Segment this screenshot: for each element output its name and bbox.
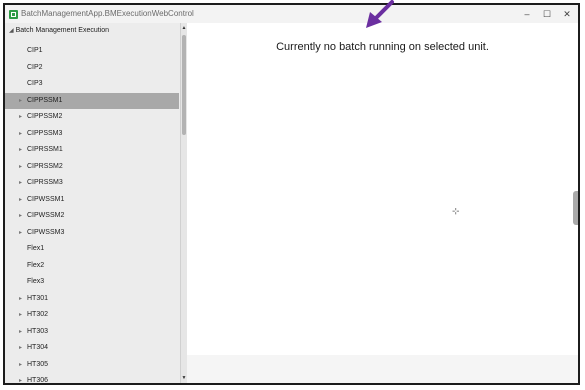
tree-item-label: Flex1: [27, 245, 45, 252]
tree-item[interactable]: ▸ HT301: [5, 291, 179, 307]
expand-icon[interactable]: ▸: [19, 229, 22, 236]
app-window: BatchManagementApp.BMExecutionWebControl…: [3, 3, 580, 385]
expand-icon[interactable]: ▸: [19, 113, 22, 120]
tree-item-label: CIPRSSM1: [27, 146, 63, 153]
tree-item-label: HT303: [27, 327, 49, 335]
tree-item-label: CIPWSSM2: [27, 212, 65, 219]
expand-icon[interactable]: ▸: [19, 130, 22, 137]
side-panel-handle[interactable]: [573, 191, 578, 225]
expand-icon[interactable]: ▸: [19, 97, 22, 104]
tree-item-label: CIPWSSM1: [27, 195, 65, 203]
tree-root-label: Batch Management Execution: [15, 27, 110, 34]
window-title: BatchManagementApp.BMExecutionWebControl: [21, 9, 194, 18]
tree-root[interactable]: ◢ Batch Management Execution: [9, 27, 109, 34]
crosshair-cursor-icon: ⊹: [452, 206, 460, 216]
app-icon: [9, 10, 18, 19]
tree-item[interactable]: ▸ CIPRSSM2: [5, 159, 179, 175]
tree-item-label: HT302: [27, 311, 49, 318]
tree-item[interactable]: Flex3: [5, 274, 179, 290]
tree-item[interactable]: CIP3: [5, 76, 179, 92]
expand-icon[interactable]: ▸: [19, 361, 22, 368]
tree-item[interactable]: CIP2: [5, 60, 179, 76]
tree-item-label: HT305: [27, 360, 49, 368]
tree-item-label: CIPRSSM2: [27, 162, 63, 170]
tree-item-label: HT301: [27, 294, 49, 302]
tree-item[interactable]: ▸ CIPPSSM2: [5, 109, 179, 125]
tree-item[interactable]: ▸ HT303: [5, 324, 179, 340]
tree-item[interactable]: Flex1: [5, 241, 179, 257]
tree-item-label: CIPRSSM3: [27, 179, 63, 186]
tree-item[interactable]: ▸ HT302: [5, 307, 179, 323]
tree-item[interactable]: CIP1: [5, 43, 179, 59]
tree-item-label: CIPPSSM1: [27, 96, 63, 104]
expand-icon[interactable]: ▸: [19, 295, 22, 302]
tree-item-label: HT306: [27, 377, 49, 383]
tree-item-label: CIP3: [27, 80, 43, 87]
tree-item[interactable]: ▸ HT305: [5, 357, 179, 373]
tree-item-label: Flex3: [27, 278, 45, 285]
tree-item[interactable]: ▸ HT304: [5, 340, 179, 356]
tree-item-label: HT304: [27, 344, 49, 351]
tree-item[interactable]: Flex2: [5, 258, 179, 274]
arrow-icon: [366, 0, 394, 28]
tree-item[interactable]: ▸ HT306: [5, 373, 179, 383]
expand-icon[interactable]: ▸: [19, 344, 22, 351]
main-content: Currently no batch running on selected u…: [187, 23, 578, 355]
footer-strip: [187, 355, 578, 383]
tree-item[interactable]: ▸ CIPRSSM1: [5, 142, 179, 158]
close-button[interactable]: ✕: [560, 8, 574, 20]
expand-icon[interactable]: ▸: [19, 163, 22, 170]
tree-item[interactable]: ▸ CIPPSSM1: [5, 92, 179, 109]
expand-icon[interactable]: ▸: [19, 212, 22, 219]
expand-icon[interactable]: ▸: [19, 311, 22, 318]
title-bar[interactable]: BatchManagementApp.BMExecutionWebControl…: [5, 5, 578, 23]
tree-item[interactable]: ▸ CIPPSSM3: [5, 126, 179, 142]
tree-item-label: Flex2: [27, 261, 45, 269]
tree-item[interactable]: ▸ CIPRSSM3: [5, 175, 179, 191]
tree-item-label: CIPPSSM2: [27, 113, 63, 120]
maximize-button[interactable]: ☐: [540, 8, 554, 20]
tree-item-label: CIPPSSM3: [27, 129, 63, 137]
tree-item-label: CIPWSSM3: [27, 228, 65, 236]
tree-item[interactable]: ▸ CIPWSSM3: [5, 225, 179, 241]
scroll-thumb[interactable]: [182, 35, 186, 135]
tree-item-label: CIP2: [27, 63, 43, 71]
caret-down-icon[interactable]: ◢: [9, 28, 14, 34]
expand-icon[interactable]: ▸: [19, 196, 22, 203]
expand-icon[interactable]: ▸: [19, 377, 22, 383]
sidebar-scrollbar[interactable]: ▲ ▼: [180, 23, 187, 383]
unit-tree: ◢ Batch Management Execution CIP1 CIP2 CIP3…: [5, 23, 180, 383]
status-message: Currently no batch running on selected u…: [276, 41, 489, 53]
tree-item[interactable]: ▸ CIPWSSM2: [5, 208, 179, 224]
expand-icon[interactable]: ▸: [19, 328, 22, 335]
expand-icon[interactable]: ▸: [19, 146, 22, 153]
expand-icon[interactable]: ▸: [19, 179, 22, 186]
tree-item-label: CIP1: [27, 47, 43, 54]
minimize-button[interactable]: –: [520, 8, 534, 20]
tree-item[interactable]: ▸ CIPWSSM1: [5, 192, 179, 208]
